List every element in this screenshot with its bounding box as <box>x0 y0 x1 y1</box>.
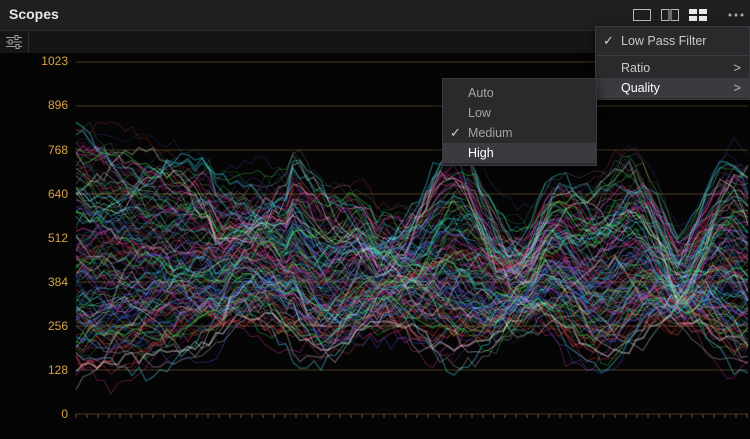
dual-pane-icon <box>661 9 679 21</box>
checkmark-icon: ✓ <box>450 125 461 140</box>
single-pane-icon <box>633 9 651 21</box>
quality-option-medium[interactable]: ✓ Medium <box>443 123 596 143</box>
quality-option-low[interactable]: Low <box>443 103 596 123</box>
scope-settings-button[interactable] <box>0 31 29 53</box>
y-tick-label: 384 <box>47 275 68 289</box>
single-view-button[interactable] <box>629 6 655 24</box>
quality-option-auto[interactable]: Auto <box>443 83 596 103</box>
waveform-traces <box>75 121 749 395</box>
ellipsis-icon <box>728 13 744 17</box>
y-tick-label: 640 <box>47 187 68 201</box>
y-tick-label: 0 <box>61 407 68 421</box>
dual-view-button[interactable] <box>657 6 683 24</box>
y-tick-label: 256 <box>47 319 68 333</box>
waveform-plot <box>75 61 749 418</box>
panel-title: Scopes <box>9 6 59 22</box>
chevron-right-icon: > <box>733 60 741 75</box>
menu-item-quality[interactable]: Quality > <box>596 78 749 98</box>
y-tick-label: 128 <box>47 363 68 377</box>
scope-options-menu: ✓ Low Pass Filter Ratio > Quality > <box>595 26 750 100</box>
checkmark-icon: ✓ <box>603 33 614 48</box>
sliders-icon <box>6 35 22 49</box>
y-tick-label: 768 <box>47 143 68 157</box>
quad-pane-icon <box>689 9 707 21</box>
quality-submenu: Auto Low ✓ Medium High <box>442 78 597 166</box>
more-options-button[interactable] <box>726 8 746 22</box>
waveform-scope: 1023 896 768 640 512 384 256 128 0 <box>0 53 750 439</box>
y-tick-label: 512 <box>47 231 68 245</box>
menu-separator <box>596 55 749 56</box>
y-tick-label: 1023 <box>41 54 68 68</box>
menu-item-ratio[interactable]: Ratio > <box>596 58 749 78</box>
quality-option-high[interactable]: High <box>443 143 596 163</box>
chevron-right-icon: > <box>733 80 741 95</box>
quad-view-button[interactable] <box>685 6 711 24</box>
menu-item-low-pass-filter[interactable]: ✓ Low Pass Filter <box>596 31 749 51</box>
y-tick-label: 896 <box>47 98 68 112</box>
